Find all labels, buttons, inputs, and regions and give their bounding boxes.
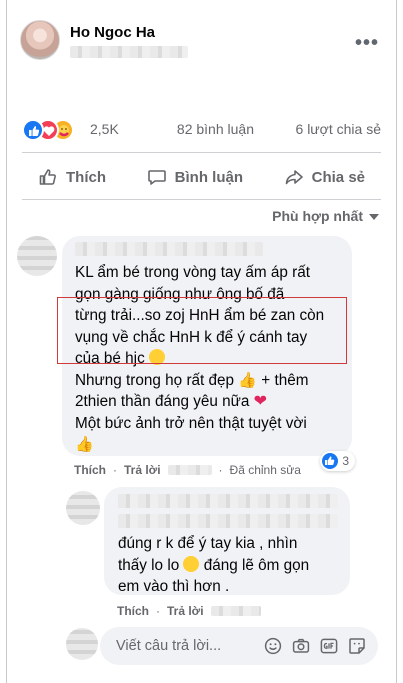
like-icon	[22, 119, 44, 141]
comment-icon	[147, 170, 166, 185]
like-button[interactable]: Thích	[22, 160, 122, 194]
comment-time-blurred[interactable]	[167, 465, 212, 475]
like-label: Thích	[66, 168, 106, 186]
highlight-annotation	[57, 297, 347, 364]
comment-reactions-pill[interactable]: 3	[320, 451, 355, 471]
thumbs-up-emoji-icon: 👍	[238, 371, 258, 389]
share-icon	[285, 170, 303, 185]
reactions-count[interactable]: 2,5K	[90, 121, 119, 137]
comment-line: 👍	[75, 434, 324, 456]
laughing-emoji-icon	[183, 555, 200, 572]
share-button[interactable]: Chia sẻ	[268, 160, 381, 194]
reply-line: thấy lo lo đáng lẽ ôm gọn	[118, 555, 310, 574]
post-header: Ho Ngoc Ha •••	[18, 14, 385, 74]
sticker-icon[interactable]	[348, 637, 366, 655]
comment-like-button[interactable]: Thích	[74, 463, 106, 477]
chevron-down-icon	[369, 214, 379, 220]
thumbs-up-emoji-icon: 👍	[75, 436, 94, 453]
more-options-button[interactable]: •••	[355, 32, 379, 55]
reply-line: đúng r k để ý tay kia , nhìn	[118, 535, 298, 552]
edited-label: Đã chỉnh sửa	[229, 463, 301, 477]
left-border	[6, 0, 7, 683]
emoji-icon[interactable]	[264, 637, 282, 655]
reply-like-button[interactable]: Thích	[117, 604, 149, 618]
comment-reaction-count: 3	[342, 454, 349, 468]
post-meta-blurred	[70, 46, 188, 58]
like-icon	[322, 453, 339, 469]
shares-count[interactable]: 6 lượt chia sẻ	[296, 121, 381, 137]
comment-line: 2thien thần đáng yêu nữa ❤	[75, 393, 268, 410]
author-name[interactable]: Ho Ngoc Ha	[70, 24, 155, 41]
reply-time-blurred[interactable]	[210, 606, 261, 616]
comment-label: Bình luận	[174, 168, 243, 186]
comment-line: Nhưng trong họ rất đẹp 👍 + thêm	[75, 371, 309, 389]
comment-reply-button[interactable]: Trả lời	[124, 463, 161, 477]
sort-label: Phù hợp nhất	[272, 208, 363, 224]
reply-meta: Thích · Trả lời	[117, 604, 261, 618]
reply-input[interactable]: Viết câu trả lời...	[100, 627, 378, 665]
commenter-name-blurred[interactable]	[75, 242, 263, 256]
comment-sort-dropdown[interactable]: Phù hợp nhất	[272, 208, 379, 224]
reply-placeholder: Viết câu trả lời...	[116, 638, 222, 654]
reply-avatar[interactable]	[66, 491, 100, 525]
reply-reply-button[interactable]: Trả lời	[167, 604, 204, 618]
right-border	[396, 0, 397, 683]
current-user-avatar	[66, 628, 98, 660]
camera-icon[interactable]	[292, 637, 310, 655]
comments-count[interactable]: 82 bình luận	[177, 121, 254, 137]
comment-button[interactable]: Bình luận	[131, 160, 259, 194]
post-stats: 2,5K 82 bình luận 6 lượt chia sẻ	[22, 117, 381, 143]
reply-name-blurred[interactable]	[118, 494, 338, 508]
reply-line: em vào thì hơn .	[118, 578, 230, 595]
reaction-icons[interactable]	[22, 119, 84, 141]
comment-line: Một bức ảnh trở nên thật tuyệt vời	[75, 414, 307, 432]
divider-bottom	[22, 199, 381, 200]
divider-top	[22, 152, 381, 153]
share-label: Chia sẻ	[311, 168, 365, 186]
thumbs-up-icon	[39, 169, 56, 185]
reply-text: đúng r k để ý tay kia , nhìn thấy lo lo …	[118, 533, 309, 598]
comment-meta: Thích · Trả lời · Đã chỉnh sửa	[74, 463, 301, 477]
heart-emoji-icon: ❤	[253, 393, 268, 410]
post-actions: Thích Bình luận Chia sẻ	[22, 160, 381, 194]
commenter-avatar[interactable]	[17, 236, 57, 276]
gif-icon[interactable]	[320, 637, 338, 655]
comment-line: KL ẩm bé trong vòng tay ấm áp rất	[75, 264, 310, 281]
author-avatar[interactable]	[20, 20, 60, 60]
reply-text-blurred	[118, 514, 338, 528]
reply-input-tools	[264, 637, 366, 655]
